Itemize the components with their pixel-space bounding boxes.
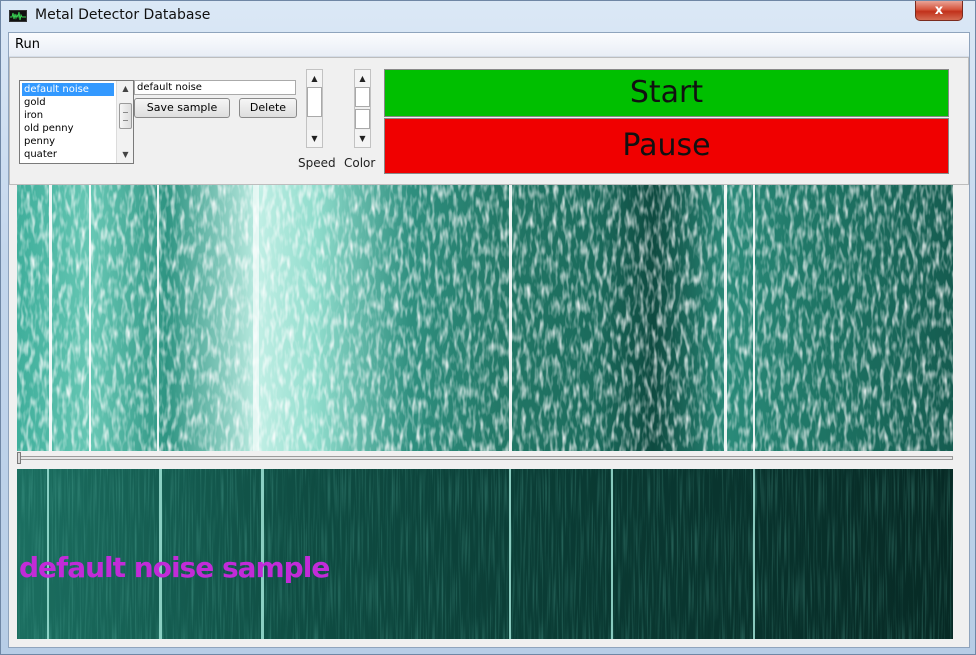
color-scroll-thumb-lower[interactable]: [355, 109, 370, 129]
arrow-up-icon[interactable]: ▲: [307, 70, 322, 87]
speed-label: Speed: [298, 156, 336, 170]
menu-bar: Run: [9, 33, 969, 57]
live-waterfall-image: [17, 185, 953, 451]
waveform-icon: [9, 10, 27, 22]
arrow-up-icon[interactable]: ▲: [355, 70, 370, 87]
arrow-down-icon[interactable]: ▼: [307, 130, 322, 147]
client-area: Run default noise gold iron old penny pe…: [8, 32, 970, 648]
list-item[interactable]: gold: [22, 96, 114, 109]
speed-scrollbar[interactable]: ▲ ▼: [306, 69, 323, 148]
title-bar[interactable]: Metal Detector Database x: [1, 1, 975, 31]
list-item[interactable]: old penny: [22, 122, 114, 135]
control-panel: default noise gold iron old penny penny …: [9, 57, 969, 185]
timeline-slider[interactable]: [17, 452, 953, 466]
close-button[interactable]: x: [915, 1, 963, 21]
color-scroll-thumb-upper[interactable]: [355, 87, 370, 107]
arrow-down-icon[interactable]: ▼: [117, 147, 133, 162]
list-scrollbar[interactable]: ▲ ▼: [116, 81, 133, 163]
list-item[interactable]: default noise: [22, 83, 114, 96]
arrow-down-icon[interactable]: ▼: [355, 130, 370, 147]
list-item[interactable]: penny: [22, 135, 114, 148]
arrow-up-icon[interactable]: ▲: [117, 81, 133, 96]
pause-button[interactable]: Pause: [384, 118, 949, 174]
save-sample-button[interactable]: Save sample: [134, 98, 230, 118]
list-item[interactable]: iron: [22, 109, 114, 122]
sample-name-input[interactable]: default noise: [134, 80, 296, 95]
slider-track[interactable]: [17, 456, 953, 460]
sample-overlay-label: default noise sample: [19, 551, 330, 584]
list-item[interactable]: quater: [22, 148, 114, 161]
app-window: Metal Detector Database x Run default no…: [0, 0, 976, 655]
menu-run[interactable]: Run: [15, 37, 40, 52]
delete-button[interactable]: Delete: [239, 98, 297, 118]
live-waterfall-display: [17, 185, 953, 451]
sample-list[interactable]: default noise gold iron old penny penny …: [19, 80, 134, 164]
color-scrollbar[interactable]: ▲ ▼: [354, 69, 371, 148]
window-title: Metal Detector Database: [35, 7, 211, 23]
list-scroll-thumb[interactable]: [119, 103, 132, 129]
close-icon: x: [934, 3, 944, 18]
color-label: Color: [344, 156, 376, 170]
start-button[interactable]: Start: [384, 69, 949, 117]
speed-scroll-thumb[interactable]: [307, 87, 322, 117]
slider-thumb[interactable]: [17, 452, 21, 464]
